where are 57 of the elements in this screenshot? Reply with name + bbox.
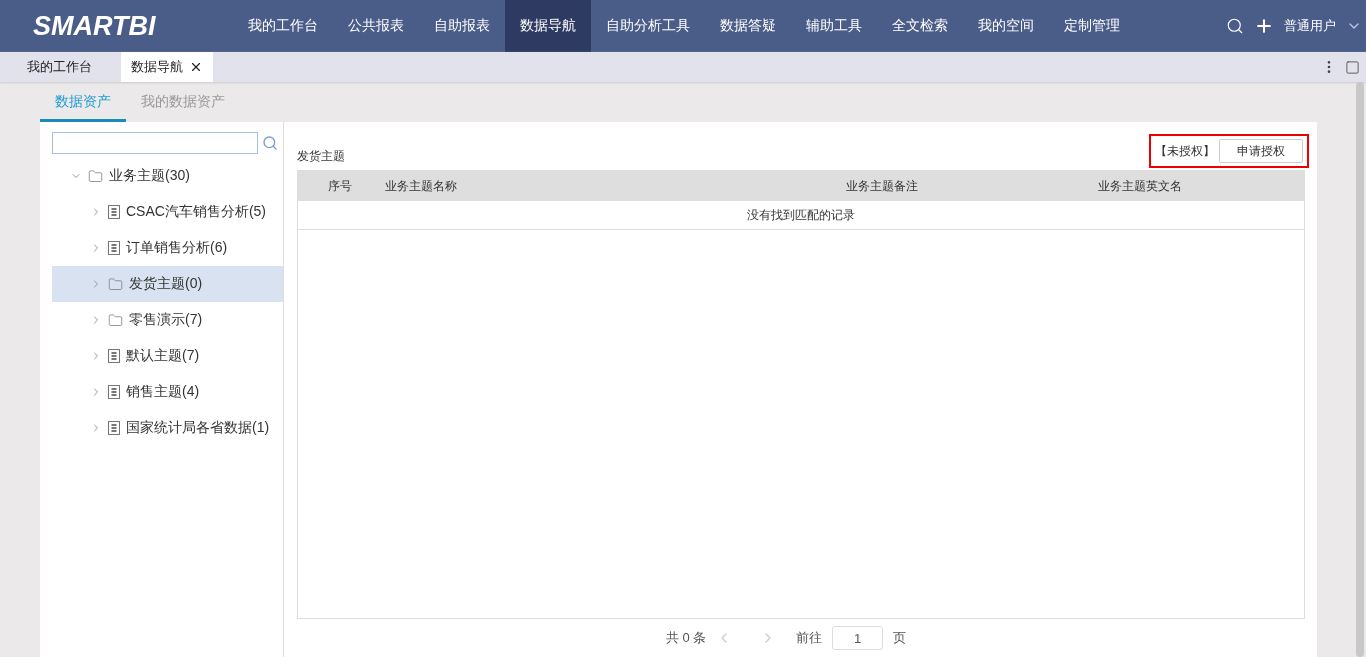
database-icon	[108, 349, 120, 363]
scrollbar[interactable]	[1356, 82, 1364, 657]
tree-item[interactable]: 订单销售分析(6)	[52, 230, 283, 266]
nav-item[interactable]: 数据答疑	[705, 0, 791, 52]
page-suffix: 页	[893, 629, 907, 647]
total-count: 共 0 条	[665, 629, 707, 647]
tree-label: 默认主题(7)	[126, 347, 200, 365]
column-header: 业务主题备注	[845, 177, 919, 195]
tree-item[interactable]: 默认主题(7)	[52, 338, 283, 374]
folder-icon	[108, 312, 123, 328]
database-icon	[108, 421, 120, 435]
column-header: 业务主题名称	[384, 177, 458, 195]
tree-label: 国家统计局各省数据(1)	[126, 419, 270, 437]
search-field[interactable]	[52, 132, 258, 154]
database-icon	[108, 385, 120, 399]
nav-item[interactable]: 我的空间	[963, 0, 1049, 52]
nav-item[interactable]: 辅助工具	[791, 0, 877, 52]
maximize-icon[interactable]	[1345, 59, 1360, 75]
nav-item[interactable]: 全文检索	[877, 0, 963, 52]
tree-item[interactable]: 国家统计局各省数据(1)	[52, 410, 283, 446]
nav-item[interactable]: 自助分析工具	[591, 0, 705, 52]
tree-item[interactable]: 业务主题(30)	[52, 158, 283, 194]
folder-icon	[108, 276, 123, 292]
folder-icon	[88, 168, 103, 184]
nav-item[interactable]: 自助报表	[419, 0, 505, 52]
database-icon	[108, 205, 120, 219]
nav-item[interactable]: 定制管理	[1049, 0, 1135, 52]
page-tab[interactable]: 数据导航	[121, 52, 213, 82]
search-icon[interactable]	[1226, 17, 1244, 35]
logo: SMARTBI	[32, 9, 157, 43]
user-name[interactable]: 普通用户	[1284, 17, 1336, 35]
section-title: 发货主题	[297, 147, 345, 165]
goto-label: 前往	[796, 629, 823, 647]
tree-label: 零售演示(7)	[129, 311, 203, 329]
column-header: 序号	[327, 177, 353, 195]
tree-item[interactable]: 零售演示(7)	[52, 302, 283, 338]
plus-icon[interactable]	[1254, 16, 1274, 36]
search-icon[interactable]	[262, 135, 278, 151]
nav-item[interactable]: 数据导航	[505, 0, 591, 52]
tree-label: 销售主题(4)	[126, 383, 200, 401]
tree-label: 业务主题(30)	[109, 167, 190, 185]
nav-item[interactable]: 公共报表	[333, 0, 419, 52]
column-header: 业务主题英文名	[1097, 177, 1183, 195]
tree-item[interactable]: 发货主题(0)	[52, 266, 283, 302]
auth-status: 【未授权】	[1155, 142, 1215, 160]
tree-label: 发货主题(0)	[129, 275, 203, 293]
apply-button[interactable]: 申请授权	[1219, 139, 1303, 163]
tree-item[interactable]: 销售主题(4)	[52, 374, 283, 410]
nav-item[interactable]: 我的工作台	[233, 0, 333, 52]
empty-message: 没有找到匹配的记录	[298, 201, 1304, 230]
tree-label: CSAC汽车销售分析(5)	[126, 203, 266, 221]
database-icon	[108, 241, 120, 255]
tree-item[interactable]: CSAC汽车销售分析(5)	[52, 194, 283, 230]
tree-label: 订单销售分析(6)	[126, 239, 228, 257]
page-input[interactable]: 1	[832, 626, 884, 650]
close-icon[interactable]	[189, 60, 203, 74]
page-tab[interactable]: 我的工作台	[0, 52, 121, 82]
